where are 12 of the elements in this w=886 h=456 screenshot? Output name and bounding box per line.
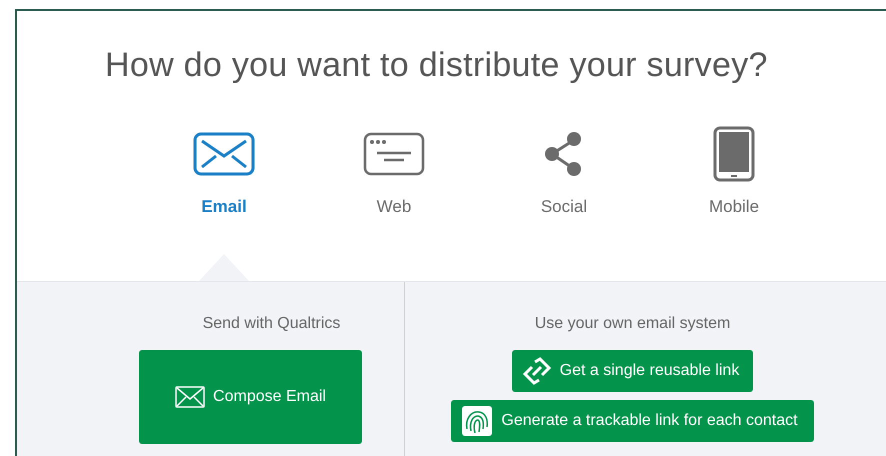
envelope-icon: [175, 386, 206, 408]
compose-email-button[interactable]: Compose Email: [139, 350, 362, 444]
link-icon: [522, 356, 552, 385]
tab[interactable]: Web: [309, 126, 479, 281]
tab[interactable]: Social: [479, 126, 649, 281]
fingerprint-icon: [461, 404, 494, 437]
tab[interactable]: Mobile: [649, 126, 819, 281]
section-title: Use your own email system: [534, 314, 730, 334]
trackable-link-button[interactable]: Generate a trackable link for each contact: [451, 400, 814, 442]
section-title: Send with Qualtrics: [202, 314, 342, 334]
reusable-link-button[interactable]: Get a single reusable link: [512, 350, 754, 392]
page-heading: How do you want to distribute your survey?: [104, 45, 769, 86]
